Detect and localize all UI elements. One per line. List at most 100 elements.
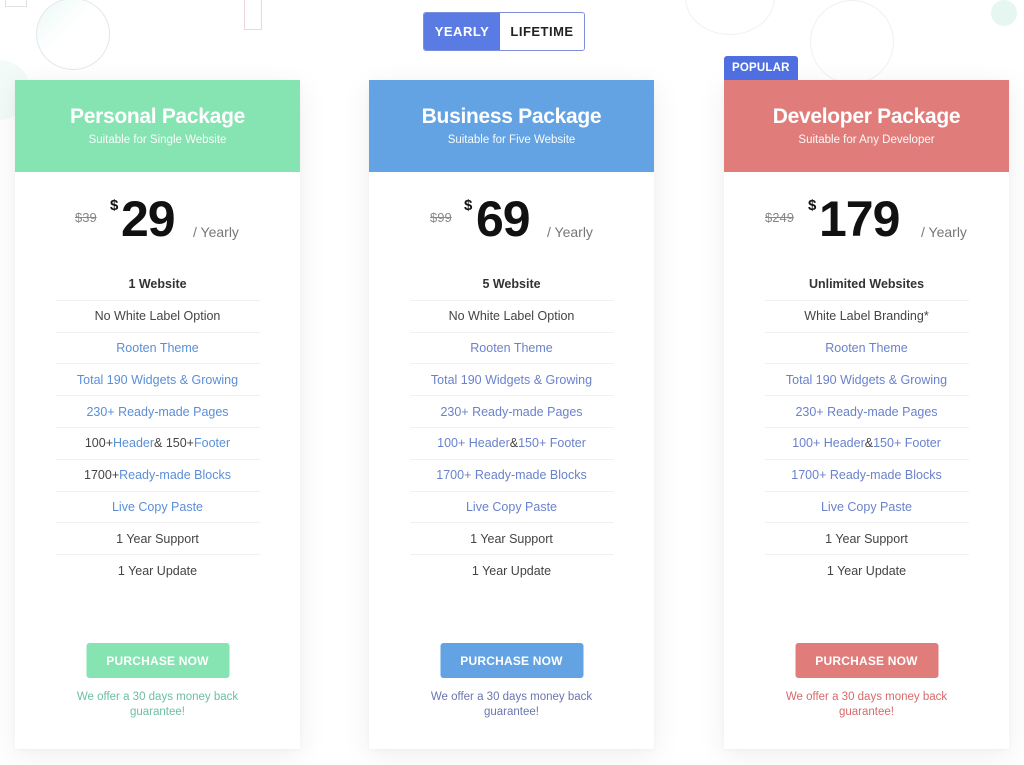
feature-highlight-text: 230+ Ready-made Pages (795, 404, 938, 419)
purchase-now-button[interactable]: PURCHASE NOW (86, 643, 229, 678)
feature-item: Unlimited Websites (764, 269, 969, 301)
billing-period-toggle: YEARLY LIFETIME (423, 12, 585, 51)
card-header: Business Package Suitable for Five Websi… (369, 80, 654, 172)
feature-text: 1 Year Update (826, 564, 907, 579)
feature-text: & 150+ (154, 436, 194, 451)
feature-item: 1 Year Support (409, 523, 614, 556)
feature-text: & (864, 436, 874, 451)
feature-text: 5 Website (482, 277, 541, 292)
background-decoration (36, 0, 110, 70)
feature-item: Total 190 Widgets & Growing (409, 364, 614, 397)
plan-title: Personal Package (70, 104, 245, 128)
feature-highlight-text: 150+ Footer (873, 436, 941, 451)
feature-item: 230+ Ready-made Pages (409, 396, 614, 428)
feature-item: 1 Year Update (765, 555, 969, 587)
price-row: $99 $ 69 / Yearly (369, 172, 654, 260)
feature-item: Total 190 Widgets & Growing (764, 364, 969, 397)
feature-highlight-text: 1700+ Ready-made Blocks (791, 468, 942, 483)
feature-text: No White Label Option (94, 309, 221, 324)
price-row: $39 $ 29 / Yearly (15, 172, 300, 260)
feature-text: White Label Branding* (804, 309, 929, 324)
toggle-yearly[interactable]: YEARLY (424, 13, 500, 50)
feature-highlight-text: Total 190 Widgets & Growing (76, 372, 239, 387)
background-decoration (5, 0, 27, 7)
feature-item: 100+ Header & 150+ Footer (409, 428, 614, 460)
feature-highlight-text: 100+ Header (437, 436, 510, 451)
price-amount: 69 (476, 191, 531, 247)
feature-text: 1 Year Support (116, 531, 199, 546)
feature-text: 1 Year Support (470, 531, 553, 546)
feature-highlight-text: Header (113, 436, 155, 451)
price-period: / Yearly (921, 224, 967, 240)
feature-text: 1 Year Update (471, 564, 552, 579)
feature-highlight-text: Total 190 Widgets & Growing (785, 372, 948, 387)
popular-badge: POPULAR (724, 56, 798, 80)
feature-text: Unlimited Websites (808, 277, 925, 292)
feature-highlight-text: 150+ Footer (518, 436, 586, 451)
background-decoration (810, 0, 894, 84)
feature-highlight-text: Rooten Theme (470, 340, 553, 355)
feature-item: 1 Year Update (56, 555, 260, 587)
feature-highlight-text: Live Copy Paste (465, 499, 558, 514)
feature-item: 230+ Ready-made Pages (55, 396, 260, 428)
pricing-card-personal: Personal Package Suitable for Single Web… (15, 80, 300, 749)
feature-highlight-text: Rooten Theme (116, 340, 199, 355)
feature-highlight-text: Total 190 Widgets & Growing (430, 372, 593, 387)
feature-highlight-text: Ready-made Blocks (119, 468, 231, 483)
feature-item: 1700+ Ready-made Blocks (55, 460, 260, 492)
purchase-now-button[interactable]: PURCHASE NOW (440, 643, 583, 678)
feature-item: Live Copy Paste (764, 492, 969, 524)
feature-text: & (509, 436, 519, 451)
feature-highlight-text: Rooten Theme (825, 340, 908, 355)
feature-highlight-text: Footer (193, 436, 231, 451)
feature-text: No White Label Option (448, 309, 575, 324)
feature-item: 1 Year Update (410, 555, 614, 587)
feature-item: 1 Year Support (764, 523, 969, 556)
feature-highlight-text: 230+ Ready-made Pages (440, 404, 583, 419)
feature-highlight-text: 100+ Header (792, 436, 865, 451)
feature-item: 1 Website (55, 269, 260, 301)
feature-highlight-text: 230+ Ready-made Pages (86, 404, 229, 419)
feature-item: Rooten Theme (764, 333, 969, 365)
feature-item: Live Copy Paste (409, 492, 614, 524)
plan-title: Business Package (421, 104, 602, 128)
background-decoration (991, 0, 1017, 26)
pricing-card-developer: POPULAR Developer Package Suitable for A… (724, 56, 1009, 749)
pricing-card-business: Business Package Suitable for Five Websi… (369, 80, 654, 749)
currency-symbol: $ (464, 197, 473, 214)
feature-item: 100+ Header & 150+ Footer (55, 428, 260, 460)
price-amount: 29 (121, 191, 176, 247)
plan-subtitle: Suitable for Any Developer (798, 133, 935, 146)
feature-text: 1700+ (84, 468, 120, 483)
old-price: $99 (430, 210, 452, 225)
purchase-now-button[interactable]: PURCHASE NOW (795, 643, 938, 678)
feature-item: 1700+ Ready-made Blocks (764, 460, 969, 492)
card-header: Personal Package Suitable for Single Web… (15, 80, 300, 172)
feature-item: 1700+ Ready-made Blocks (409, 460, 614, 492)
feature-item: 1 Year Support (55, 523, 260, 556)
price-row: $249 $ 179 / Yearly (724, 172, 1009, 260)
feature-item: 5 Website (409, 269, 614, 301)
old-price: $39 (75, 210, 97, 225)
feature-item: No White Label Option (409, 301, 614, 333)
toggle-lifetime[interactable]: LIFETIME (500, 13, 584, 50)
price-period: / Yearly (547, 224, 593, 240)
feature-item: 100+ Header & 150+ Footer (764, 428, 969, 460)
feature-list: 5 Website No White Label Option Rooten The… (409, 269, 614, 587)
price-amount: 179 (819, 191, 900, 247)
plan-subtitle: Suitable for Single Website (88, 133, 227, 146)
old-price: $249 (765, 210, 794, 225)
price-period: / Yearly (193, 224, 239, 240)
money-back-guarantee: We offer a 30 days money back guarantee! (785, 691, 948, 718)
feature-highlight-text: Live Copy Paste (820, 499, 913, 514)
feature-list: Unlimited Websites White Label Branding* R… (764, 269, 969, 587)
feature-list: 1 Website No White Label Option Rooten The… (55, 269, 260, 587)
currency-symbol: $ (808, 197, 817, 214)
plan-title: Developer Package (772, 104, 961, 128)
feature-item: 230+ Ready-made Pages (764, 396, 969, 428)
feature-item: Total 190 Widgets & Growing (55, 364, 260, 397)
plan-subtitle: Suitable for Five Website (447, 133, 576, 146)
feature-item: Live Copy Paste (55, 492, 260, 524)
money-back-guarantee: We offer a 30 days money back guarantee! (76, 691, 239, 718)
feature-item: Rooten Theme (55, 333, 260, 365)
